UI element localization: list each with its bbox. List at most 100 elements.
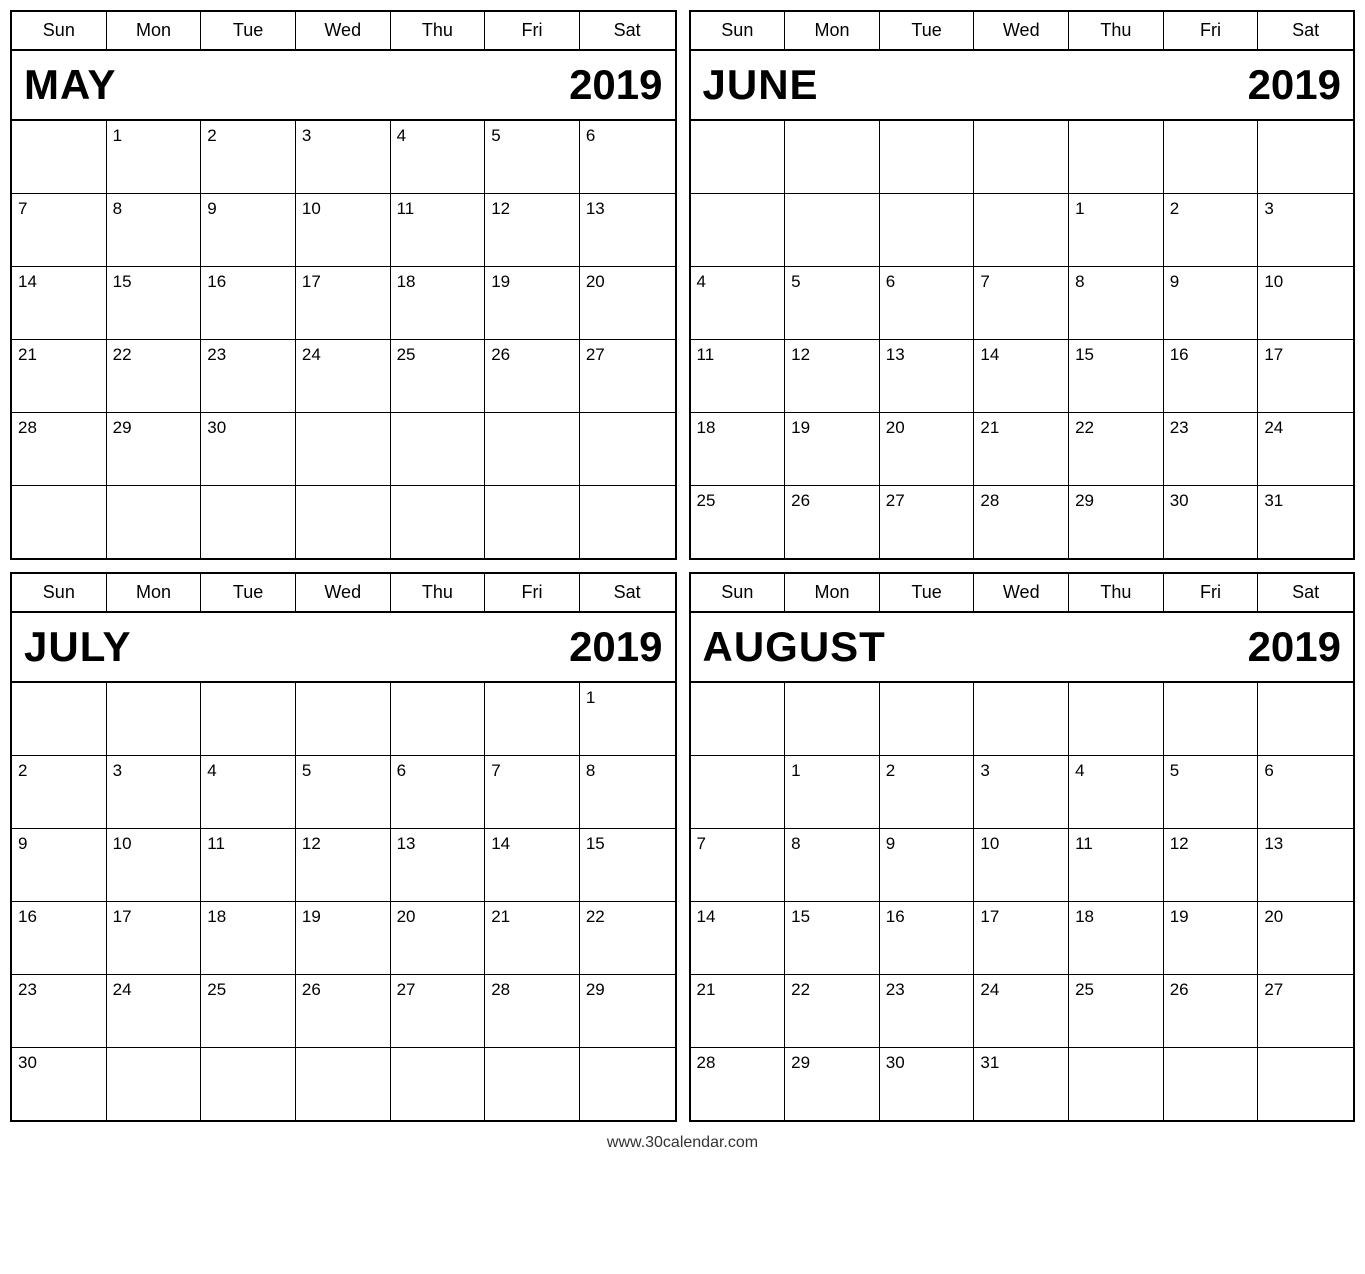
week-row-2: 9101112131415 bbox=[12, 828, 675, 901]
day-26: 26 bbox=[296, 975, 391, 1047]
day-29: 29 bbox=[1069, 486, 1164, 558]
day-header-mon: Mon bbox=[107, 12, 202, 49]
week-row-0 bbox=[691, 683, 1354, 755]
day-header-mon: Mon bbox=[107, 574, 202, 611]
empty-day bbox=[691, 756, 786, 828]
day-25: 25 bbox=[1069, 975, 1164, 1047]
day-18: 18 bbox=[1069, 902, 1164, 974]
day-19: 19 bbox=[296, 902, 391, 974]
empty-day bbox=[1164, 683, 1259, 755]
calendar-year-title: 2019 bbox=[569, 623, 662, 671]
empty-day bbox=[785, 121, 880, 193]
day-17: 17 bbox=[296, 267, 391, 339]
day-12: 12 bbox=[296, 829, 391, 901]
day-19: 19 bbox=[485, 267, 580, 339]
day-11: 11 bbox=[201, 829, 296, 901]
day-12: 12 bbox=[1164, 829, 1259, 901]
day-28: 28 bbox=[12, 413, 107, 485]
day-6: 6 bbox=[1258, 756, 1353, 828]
day-17: 17 bbox=[107, 902, 202, 974]
empty-day bbox=[391, 486, 486, 558]
day-23: 23 bbox=[201, 340, 296, 412]
empty-day bbox=[580, 486, 675, 558]
empty-day bbox=[391, 683, 486, 755]
day-21: 21 bbox=[974, 413, 1069, 485]
day-30: 30 bbox=[880, 1048, 975, 1120]
day-13: 13 bbox=[391, 829, 486, 901]
calendar-year-title: 2019 bbox=[1248, 623, 1341, 671]
empty-day bbox=[107, 1048, 202, 1120]
day-16: 16 bbox=[1164, 340, 1259, 412]
day-20: 20 bbox=[580, 267, 675, 339]
day-3: 3 bbox=[974, 756, 1069, 828]
day-header-sun: Sun bbox=[691, 574, 786, 611]
empty-day bbox=[485, 1048, 580, 1120]
day-11: 11 bbox=[691, 340, 786, 412]
calendar-month-title: JULY bbox=[24, 623, 132, 671]
empty-day bbox=[880, 194, 975, 266]
empty-day bbox=[1258, 1048, 1353, 1120]
week-row-3: 11121314151617 bbox=[691, 339, 1354, 412]
week-row-2: 78910111213 bbox=[691, 828, 1354, 901]
day-4: 4 bbox=[391, 121, 486, 193]
day-29: 29 bbox=[785, 1048, 880, 1120]
day-9: 9 bbox=[12, 829, 107, 901]
empty-day bbox=[880, 683, 975, 755]
calendar-month-title: MAY bbox=[24, 61, 116, 109]
day-27: 27 bbox=[1258, 975, 1353, 1047]
week-row-4: 18192021222324 bbox=[691, 412, 1354, 485]
day-10: 10 bbox=[974, 829, 1069, 901]
empty-day bbox=[12, 121, 107, 193]
day-23: 23 bbox=[1164, 413, 1259, 485]
day-12: 12 bbox=[485, 194, 580, 266]
day-23: 23 bbox=[12, 975, 107, 1047]
day-header-tue: Tue bbox=[880, 574, 975, 611]
day-header-sat: Sat bbox=[1258, 574, 1353, 611]
day-1: 1 bbox=[107, 121, 202, 193]
day-9: 9 bbox=[1164, 267, 1259, 339]
week-row-4: 21222324252627 bbox=[691, 974, 1354, 1047]
calendar-body: 1234567891011121314151617181920212223242… bbox=[691, 683, 1354, 1120]
footer-text: www.30calendar.com bbox=[607, 1130, 758, 1156]
empty-day bbox=[1164, 121, 1259, 193]
day-24: 24 bbox=[296, 340, 391, 412]
empty-day bbox=[691, 683, 786, 755]
week-row-3: 21222324252627 bbox=[12, 339, 675, 412]
day-16: 16 bbox=[201, 267, 296, 339]
empty-day bbox=[1164, 1048, 1259, 1120]
day-25: 25 bbox=[691, 486, 786, 558]
day-15: 15 bbox=[1069, 340, 1164, 412]
day-header-tue: Tue bbox=[201, 574, 296, 611]
day-21: 21 bbox=[12, 340, 107, 412]
empty-day bbox=[580, 1048, 675, 1120]
week-row-1: 2345678 bbox=[12, 755, 675, 828]
day-21: 21 bbox=[691, 975, 786, 1047]
week-row-4: 23242526272829 bbox=[12, 974, 675, 1047]
empty-day bbox=[201, 683, 296, 755]
day-24: 24 bbox=[1258, 413, 1353, 485]
empty-day bbox=[1258, 121, 1353, 193]
day-header-thu: Thu bbox=[1069, 574, 1164, 611]
day-19: 19 bbox=[1164, 902, 1259, 974]
day-header-wed: Wed bbox=[296, 12, 391, 49]
day-29: 29 bbox=[580, 975, 675, 1047]
day-1: 1 bbox=[580, 683, 675, 755]
day-header-wed: Wed bbox=[296, 574, 391, 611]
calendar-month-title: JUNE bbox=[703, 61, 819, 109]
empty-day bbox=[974, 194, 1069, 266]
calendar-header-row: SunMonTueWedThuFriSat bbox=[12, 12, 675, 51]
day-17: 17 bbox=[974, 902, 1069, 974]
week-row-5: 30 bbox=[12, 1047, 675, 1120]
empty-day bbox=[974, 121, 1069, 193]
day-24: 24 bbox=[107, 975, 202, 1047]
calendars-grid: SunMonTueWedThuFriSatMAY2019123456789101… bbox=[10, 10, 1355, 1122]
day-4: 4 bbox=[1069, 756, 1164, 828]
calendar-july-2019: SunMonTueWedThuFriSatJULY201912345678910… bbox=[10, 572, 677, 1122]
day-7: 7 bbox=[691, 829, 786, 901]
day-22: 22 bbox=[580, 902, 675, 974]
empty-day bbox=[296, 413, 391, 485]
day-7: 7 bbox=[485, 756, 580, 828]
calendar-title-row: AUGUST 2019 bbox=[691, 613, 1354, 683]
calendar-month-title: AUGUST bbox=[703, 623, 886, 671]
day-20: 20 bbox=[391, 902, 486, 974]
